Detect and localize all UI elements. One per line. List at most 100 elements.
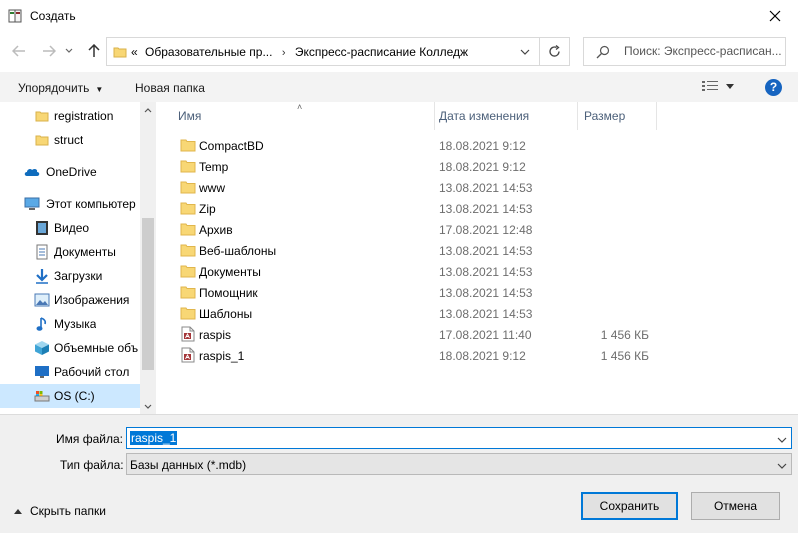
folder-icon bbox=[180, 137, 196, 153]
column-divider[interactable] bbox=[434, 102, 435, 130]
file-date: 18.08.2021 9:12 bbox=[439, 349, 526, 363]
view-options-button[interactable] bbox=[702, 80, 734, 92]
breadcrumb-overflow[interactable]: « bbox=[131, 45, 138, 59]
back-arrow-icon[interactable] bbox=[10, 42, 28, 60]
cancel-button[interactable]: Отмена bbox=[691, 492, 780, 520]
chevron-right-icon[interactable]: › bbox=[282, 47, 286, 59]
computer-icon bbox=[24, 196, 40, 212]
file-date: 13.08.2021 14:53 bbox=[439, 181, 533, 195]
column-divider[interactable] bbox=[577, 102, 578, 130]
sidebar-item-music[interactable]: Музыка bbox=[0, 312, 140, 336]
chevron-down-icon[interactable] bbox=[777, 432, 787, 446]
search-box[interactable] bbox=[583, 37, 786, 66]
sidebar-item-onedrive[interactable]: OneDrive bbox=[0, 160, 140, 184]
sidebar-item-pictures[interactable]: Изображения bbox=[0, 288, 140, 312]
file-name: Шаблоны bbox=[199, 307, 253, 321]
up-arrow-icon[interactable] bbox=[85, 42, 103, 60]
filename-combobox[interactable]: raspis_1 bbox=[126, 427, 792, 449]
file-date: 18.08.2021 9:12 bbox=[439, 139, 526, 153]
file-row[interactable]: Zip 13.08.2021 14:53 bbox=[176, 198, 676, 219]
folder-icon bbox=[180, 221, 196, 237]
sidebar-item-registration[interactable]: registration bbox=[0, 104, 140, 128]
file-date: 13.08.2021 14:53 bbox=[439, 202, 533, 216]
sidebar-item-label: Документы bbox=[54, 245, 116, 259]
save-label: Сохранить bbox=[599, 499, 660, 513]
folder-icon bbox=[180, 263, 196, 279]
file-row[interactable]: Temp 18.08.2021 9:12 bbox=[176, 156, 676, 177]
hide-folders-label: Скрыть папки bbox=[30, 504, 106, 518]
sidebar-item-video[interactable]: Видео bbox=[0, 216, 140, 240]
file-row[interactable]: Веб-шаблоны 13.08.2021 14:53 bbox=[176, 240, 676, 261]
folder-icon bbox=[34, 132, 50, 148]
forward-arrow-icon[interactable] bbox=[40, 42, 58, 60]
address-bar[interactable]: « Образовательные пр... › Экспресс-распи… bbox=[106, 37, 570, 66]
save-button[interactable]: Сохранить bbox=[581, 492, 678, 520]
breadcrumb-item[interactable]: Экспресс-расписание Колледж bbox=[295, 45, 468, 59]
hide-folders-button[interactable]: Скрыть папки bbox=[14, 504, 106, 518]
sidebar-item-label: OneDrive bbox=[46, 165, 97, 179]
sidebar-item-3d-objects[interactable]: Объемные объ bbox=[0, 336, 140, 360]
file-name: Помощник bbox=[199, 286, 258, 300]
file-row[interactable]: www 13.08.2021 14:53 bbox=[176, 177, 676, 198]
video-icon bbox=[34, 220, 50, 236]
sidebar-item-os-c[interactable]: OS (C:) bbox=[0, 384, 140, 408]
cancel-label: Отмена bbox=[713, 499, 758, 513]
filename-input[interactable]: raspis_1 bbox=[130, 431, 178, 445]
file-date: 18.08.2021 9:12 bbox=[439, 160, 526, 174]
file-row[interactable]: CompactBD 18.08.2021 9:12 bbox=[176, 135, 676, 156]
search-icon bbox=[596, 45, 610, 62]
folder-icon bbox=[34, 108, 50, 124]
sidebar-item-this-pc[interactable]: Этот компьютер bbox=[0, 192, 140, 216]
file-name: Веб-шаблоны bbox=[199, 244, 277, 258]
folder-icon bbox=[180, 200, 196, 216]
file-row[interactable]: raspis_1 18.08.2021 9:12 1 456 КБ bbox=[176, 345, 676, 366]
column-header-size[interactable]: Размер bbox=[584, 102, 654, 130]
file-row[interactable]: Шаблоны 13.08.2021 14:53 bbox=[176, 303, 676, 324]
scrollbar-thumb[interactable] bbox=[142, 218, 154, 370]
pictures-icon bbox=[34, 292, 50, 308]
sidebar-item-documents[interactable]: Документы bbox=[0, 240, 140, 264]
close-icon[interactable] bbox=[752, 0, 798, 32]
file-date: 13.08.2021 14:53 bbox=[439, 265, 533, 279]
column-header-date[interactable]: Дата изменения bbox=[439, 102, 574, 130]
organize-button[interactable]: Упорядочить ▼ bbox=[18, 81, 103, 95]
onedrive-icon bbox=[24, 164, 40, 180]
chevron-down-icon[interactable] bbox=[515, 38, 535, 65]
scroll-down-icon[interactable] bbox=[140, 398, 156, 414]
help-icon[interactable]: ? bbox=[765, 79, 782, 96]
navigation-pane: registration struct OneDrive Этот компью… bbox=[0, 102, 156, 414]
sidebar-item-desktop[interactable]: Рабочий стол bbox=[0, 360, 140, 384]
search-input[interactable] bbox=[624, 44, 782, 58]
file-name: raspis bbox=[199, 328, 232, 342]
downloads-icon bbox=[34, 268, 50, 284]
file-row[interactable]: Архив 17.08.2021 12:48 bbox=[176, 219, 676, 240]
sidebar-scrollbar[interactable] bbox=[140, 102, 156, 414]
sidebar-item-label: Объемные объ bbox=[54, 341, 139, 355]
folder-icon bbox=[180, 158, 196, 174]
new-folder-button[interactable]: Новая папка bbox=[135, 81, 205, 95]
sidebar-item-label: Загрузки bbox=[54, 269, 103, 283]
file-row[interactable]: Помощник 13.08.2021 14:53 bbox=[176, 282, 676, 303]
chevron-down-icon[interactable] bbox=[777, 458, 787, 472]
filetype-select[interactable]: Базы данных (*.mdb) bbox=[126, 453, 792, 475]
file-row[interactable]: raspis 17.08.2021 11:40 1 456 КБ bbox=[176, 324, 676, 345]
file-row[interactable]: Документы 13.08.2021 14:53 bbox=[176, 261, 676, 282]
folder-icon bbox=[180, 242, 196, 258]
caret-up-icon bbox=[14, 508, 22, 514]
file-name: Zip bbox=[199, 202, 216, 216]
column-header-name[interactable]: Имя bbox=[178, 102, 433, 130]
recent-dropdown-icon[interactable] bbox=[63, 42, 75, 60]
save-options-panel: Имя файла: raspis_1 Тип файла: Базы данн… bbox=[0, 414, 798, 533]
scroll-up-icon[interactable] bbox=[140, 102, 156, 118]
refresh-icon[interactable] bbox=[539, 38, 569, 65]
column-divider[interactable] bbox=[656, 102, 657, 130]
sidebar-item-label: registration bbox=[54, 109, 114, 123]
filetype-value: Базы данных (*.mdb) bbox=[130, 458, 247, 472]
documents-icon bbox=[34, 244, 50, 260]
sidebar-item-label: Изображения bbox=[54, 293, 130, 307]
filename-label: Имя файла: bbox=[56, 432, 123, 446]
breadcrumb-item[interactable]: Образовательные пр... bbox=[145, 45, 272, 59]
sidebar-item-struct[interactable]: struct bbox=[0, 128, 140, 152]
caret-down-icon: ▼ bbox=[95, 85, 104, 94]
sidebar-item-downloads[interactable]: Загрузки bbox=[0, 264, 140, 288]
